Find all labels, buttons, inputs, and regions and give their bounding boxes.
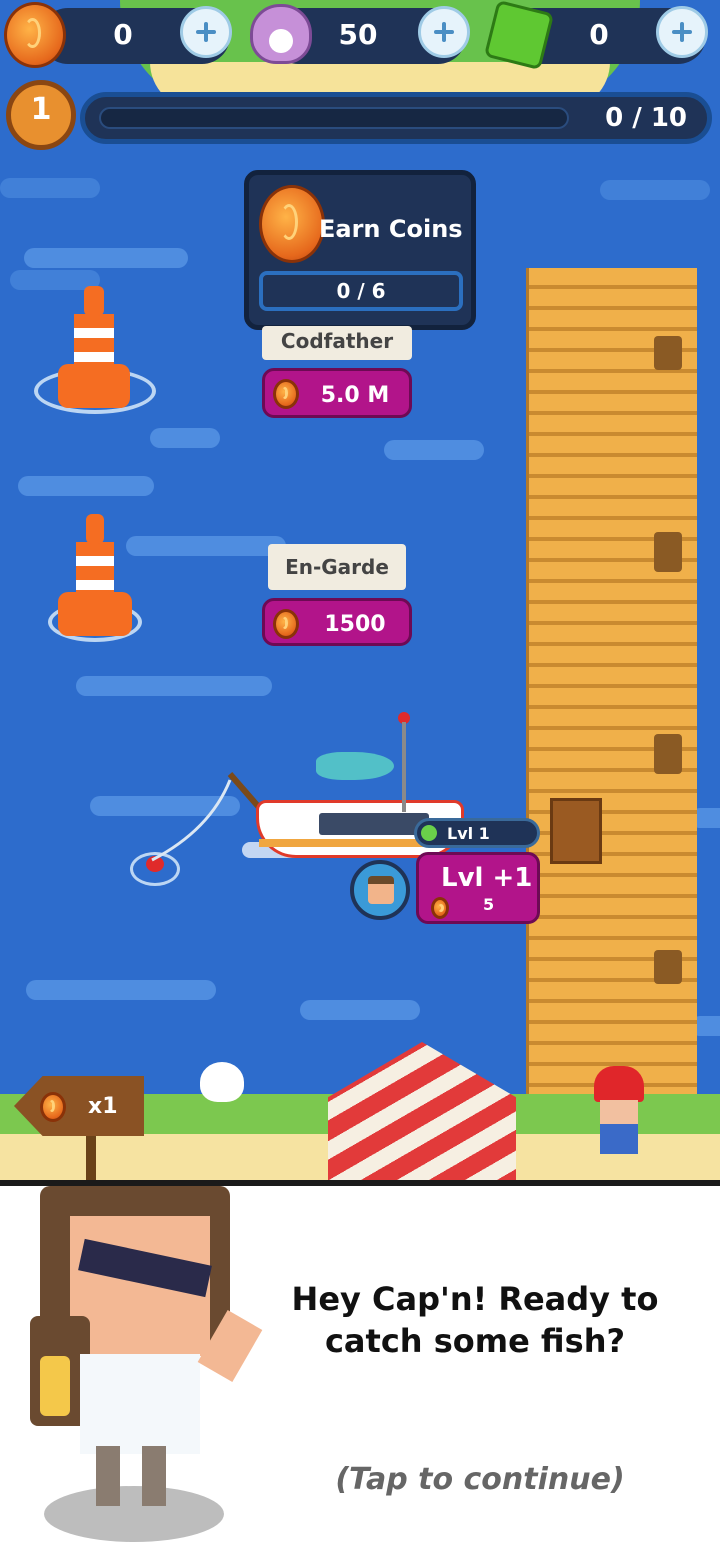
quest-progress-bar: 0 / 6 (259, 271, 463, 311)
upgrade-boat-button[interactable]: Lvl +1 5 (416, 852, 540, 924)
quest-progress-text: 0 / 6 (336, 279, 386, 303)
level-progress-text: 0 / 10 (605, 103, 687, 133)
top-bar: 0 50 0 1 0 / 10 (0, 0, 720, 160)
boat-crane (402, 722, 406, 812)
quest-title: Earn Coins (319, 215, 463, 243)
level-progress-track (99, 107, 569, 129)
pearl-shell-icon (250, 4, 312, 64)
sign-post (86, 1130, 96, 1180)
fish-icon (316, 752, 394, 780)
tap-to-continue-hint: (Tap to continue) (335, 1462, 625, 1497)
coins-value: 0 (113, 18, 133, 51)
add-pearls-button[interactable] (418, 6, 470, 58)
pearls-value: 50 (338, 18, 378, 51)
coin-icon (273, 609, 299, 639)
coin-icon (273, 379, 299, 409)
wooden-crate (550, 798, 602, 864)
hire-captain-button[interactable] (350, 860, 410, 920)
spot-price: 1500 (324, 612, 386, 637)
fishing-spot-name-banner: En-Garde (268, 544, 406, 590)
coin-icon (40, 1092, 66, 1122)
dialog-message: Hey Cap'n! Ready to catch some fish? (291, 1280, 659, 1360)
level-number: 1 (30, 92, 52, 127)
add-gems-button[interactable] (656, 6, 708, 58)
unlock-spot-button[interactable]: 1500 (262, 598, 412, 646)
level-progress-bar: 0 / 10 (80, 92, 712, 144)
spot-price: 5.0 M (320, 383, 390, 408)
ship-wheel-level-icon: 1 (6, 80, 76, 150)
gems-value: 0 (589, 18, 609, 51)
add-coins-button[interactable] (180, 6, 232, 58)
multiplier-label: x1 (88, 1094, 118, 1119)
coin-icon (431, 897, 449, 919)
upgrade-label: Lvl +1 (441, 863, 533, 893)
wooden-dock (526, 268, 697, 1178)
dock-post (654, 734, 682, 774)
quest-card[interactable]: Earn Coins 0 / 6 (244, 170, 476, 330)
tutorial-dialog[interactable]: Hey Cap'n! Ready to catch some fish? (Ta… (0, 1180, 720, 1560)
coin-icon (259, 185, 325, 263)
boat-level-badge: Lvl 1 (414, 818, 540, 848)
buoy-icon (34, 284, 156, 424)
pirate-captain-character (20, 1176, 263, 1506)
captain-avatar-icon (368, 876, 394, 904)
seagull-icon (200, 1062, 244, 1102)
boat-level-text: Lvl 1 (447, 824, 490, 843)
dock-post (654, 336, 682, 370)
upgrade-cost: 5 (483, 895, 495, 914)
coin-icon (4, 2, 66, 68)
fisherman-character (594, 1066, 644, 1166)
unlock-spot-button[interactable]: 5.0 M (262, 368, 412, 418)
dock-post (654, 950, 682, 984)
buoy-icon (48, 512, 142, 648)
dock-post (654, 532, 682, 572)
fishing-spot-name-banner: Codfather (262, 326, 412, 360)
